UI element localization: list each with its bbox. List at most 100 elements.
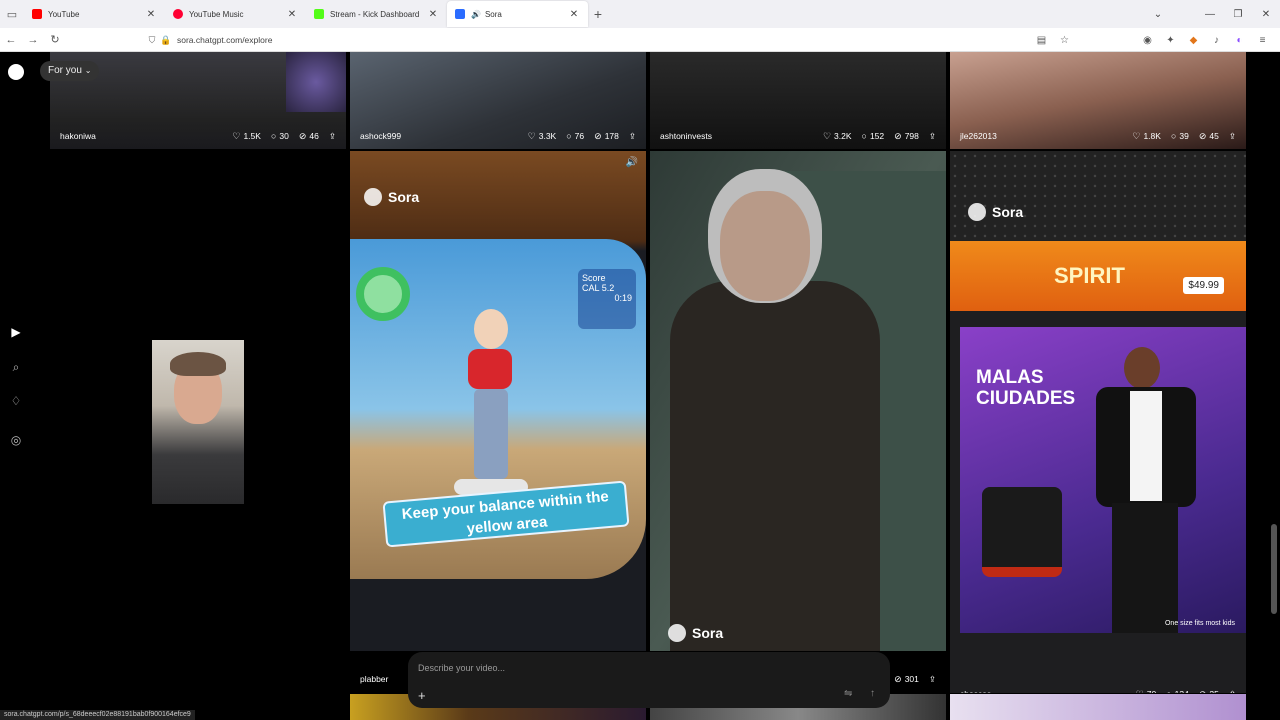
comment-count[interactable]: ○134 [1166,689,1189,693]
share-icon[interactable]: ⇪ [629,131,636,142]
restore-button[interactable]: ❐ [1224,9,1252,20]
size-note: One size fits most kids [1164,620,1236,627]
copilot-icon[interactable]: ◐ [1228,35,1251,46]
scrollbar-thumb[interactable] [1271,524,1277,614]
like-count[interactable]: ♡ 3.3K [528,131,557,142]
minimize-button[interactable]: — [1196,9,1224,20]
bookmark-star-icon[interactable]: ☆ [1053,35,1076,46]
tab-youtube[interactable]: YouTube ✕ [24,1,165,27]
speaker-icon[interactable]: 🔊 [471,10,481,19]
like-count[interactable]: ♡ 3.2K [823,131,852,142]
costume-title-line2: CIUDADES [976,388,1076,409]
remix-count[interactable]: ⊘ 798 [894,131,919,142]
close-icon[interactable]: ✕ [427,9,439,20]
share-icon[interactable]: ⇪ [1229,131,1236,142]
forward-icon[interactable]: → [22,34,44,46]
video-tile[interactable]: SPIRIT $49.99 MALAS CIUDADES One size fi… [950,151,1246,693]
tab-list-icon[interactable]: ▭ [0,0,24,28]
search-icon[interactable]: ⌕ [8,359,24,375]
username[interactable]: jle262013 [960,131,1122,141]
settings-sliders-icon[interactable]: ⇋ [844,688,852,699]
tab-kick-dashboard[interactable]: Stream - Kick Dashboard ✕ [306,1,447,27]
account-icon[interactable]: ◉ [1136,35,1159,46]
sora-logo-icon[interactable] [8,64,24,80]
reader-view-icon[interactable]: ▤ [1030,35,1053,46]
sora-logo-icon [364,188,382,206]
hud: Score CAL 5.2 0:19 [578,269,636,329]
heart-icon: ♡ [1136,689,1144,694]
share-icon[interactable]: ⇪ [329,131,336,142]
like-count[interactable]: ♡70 [1136,689,1157,694]
chevron-down-icon: ⌄ [84,66,92,75]
comment-count[interactable]: ○ 39 [1171,131,1189,141]
share-icon[interactable]: ⇪ [929,131,936,142]
video-tile[interactable] [950,694,1246,720]
video-tile[interactable]: ashtoninvests ♡ 3.2K ○ 152 ⊘ 798 ⇪ [650,52,946,149]
close-icon[interactable]: ✕ [286,9,298,20]
username[interactable]: ashtoninvests [660,131,813,141]
extensions-icon[interactable]: ✦ [1159,35,1182,46]
like-count[interactable]: ♡ 1.5K [232,131,261,142]
username[interactable]: ashock999 [360,131,518,141]
comment-count[interactable]: ○ 152 [862,131,885,141]
comment-count[interactable]: ○ 30 [271,131,289,141]
username[interactable]: hakoniwa [60,131,222,141]
comment-icon: ○ [1170,131,1177,141]
like-count[interactable]: ♡ 1.8K [1132,131,1161,142]
new-tab-button[interactable]: + [588,6,608,22]
remix-count[interactable]: ⊘ 46 [299,131,319,142]
sora-icon [455,9,465,19]
tile-meta: jle262013 ♡ 1.8K ○ 39 ⊘ 45 ⇪ [950,123,1246,149]
home-icon[interactable]: ▶ [8,324,24,340]
audio-icon[interactable]: ♪ [1205,35,1228,46]
tile-meta: ashock999 ♡ 3.3K ○ 76 ⊘ 178 ⇪ [350,123,646,149]
lock-icon[interactable]: 🔒 [159,35,173,46]
shield-icon[interactable]: ⛉ [145,35,159,46]
metamask-icon[interactable]: ◆ [1182,35,1205,46]
profile-icon[interactable]: ◎ [8,432,24,448]
comment-count[interactable]: ○ 76 [566,131,584,141]
video-tile[interactable]: Sora [650,151,946,651]
reload-icon[interactable]: ↻ [44,33,66,46]
address-bar[interactable]: ⛉ 🔒 sora.chatgpt.com/explore [145,31,1065,49]
spirit-header: SPIRIT $49.99 [950,241,1246,311]
tv-screen: Score CAL 5.2 0:19 Keep your balance wit… [350,239,646,579]
remix-icon: ⊘ [894,130,902,141]
close-icon[interactable]: ✕ [145,9,157,20]
video-thumbnail [152,340,244,504]
close-icon[interactable]: ✕ [568,9,580,20]
hud-time: 0:19 [614,293,632,303]
remix-count[interactable]: ⊘ 301 [894,674,919,685]
sora-explore-page: hakoniwa ♡ 1.5K ○ 30 ⊘ 46 ⇪ ashock999 ♡ 3.3K… [0,52,1280,720]
tab-youtube-music[interactable]: YouTube Music ✕ [165,1,306,27]
heart-icon: ♡ [822,130,832,141]
username[interactable]: choscas [960,689,1126,693]
window-controls: ⌄ — ❐ ✕ [1144,0,1280,28]
video-tile[interactable]: Score CAL 5.2 0:19 Keep your balance wit… [350,151,646,651]
send-button[interactable]: ↑ [870,688,875,699]
chevron-down-icon[interactable]: ⌄ [1144,9,1172,20]
prompt-composer: Describe your video... + ⇋ ↑ [408,652,890,708]
target-ring [356,267,410,321]
prompt-input[interactable]: Describe your video... [418,663,505,673]
tab-sora[interactable]: 🔊 Sora ✕ [447,1,588,27]
remix-count[interactable]: ⊘ 178 [594,131,619,142]
add-attachment-button[interactable]: + [418,688,426,703]
video-tile[interactable]: ashock999 ♡ 3.3K ○ 76 ⊘ 178 ⇪ [350,52,646,149]
share-icon[interactable]: ⇪ [1229,689,1236,694]
tile-meta: choscas ♡70 ○134 ⊘25 ⇪ [950,681,1246,694]
mute-icon[interactable]: 🔊 [626,157,638,168]
menu-icon[interactable]: ≡ [1251,35,1274,46]
close-window-button[interactable]: ✕ [1252,9,1280,20]
for-you-dropdown[interactable]: For you ⌄ [40,61,100,81]
video-tile[interactable]: jle262013 ♡ 1.8K ○ 39 ⊘ 45 ⇪ [950,52,1246,149]
bell-icon[interactable]: ♢ [8,393,24,409]
share-icon[interactable]: ⇪ [929,674,936,685]
video-tile[interactable]: loopthebloop ♡4K ○125 ⊘25 ⇪ [50,151,346,693]
remix-count[interactable]: ⊘ 45 [1199,131,1219,142]
status-url: sora.chatgpt.com/p/s_68deeecf02e88191bab… [0,710,195,720]
sora-watermark: Sora [968,203,1023,221]
back-icon[interactable]: ← [0,34,22,46]
costume-package: MALAS CIUDADES One size fits most kids [960,327,1246,633]
remix-count[interactable]: ⊘25 [1199,689,1219,694]
